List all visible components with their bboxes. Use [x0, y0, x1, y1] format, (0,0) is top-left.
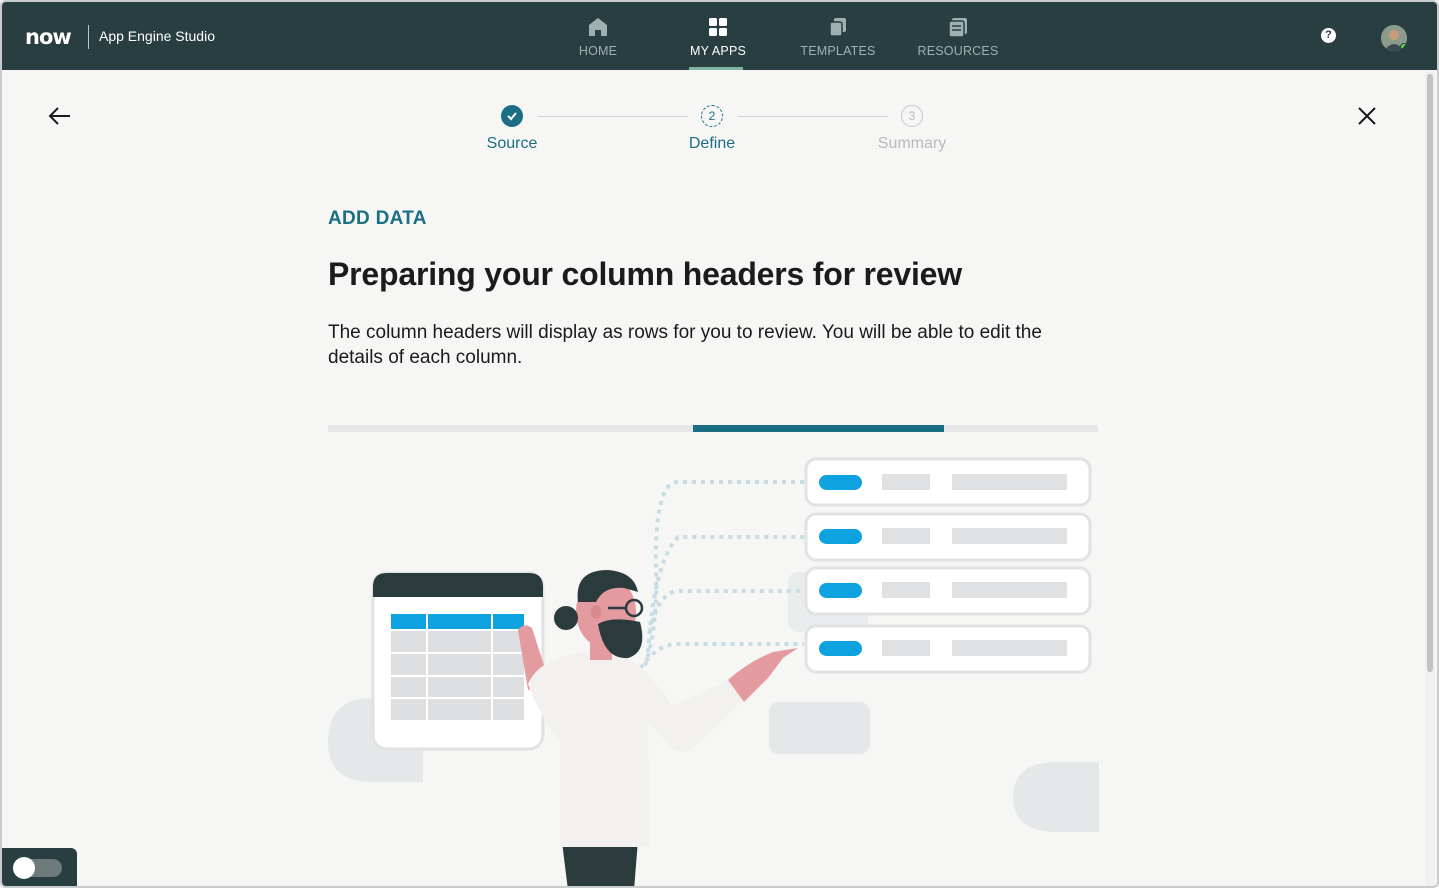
- step-define[interactable]: 2 Define: [652, 105, 772, 153]
- top-navigation-bar: now App Engine Studio HOME MY APPS TEMPL…: [2, 2, 1437, 70]
- background-blob: [769, 702, 870, 754]
- help-icon[interactable]: ?: [1321, 28, 1336, 43]
- nav-item-home[interactable]: HOME: [538, 2, 658, 70]
- nav-item-label: HOME: [578, 44, 618, 58]
- column-row-cards: [804, 457, 1092, 674]
- step-number: 2: [701, 105, 723, 127]
- logo-divider: [88, 25, 89, 49]
- loading-progress-bar: [328, 425, 1098, 432]
- templates-icon: [829, 18, 846, 37]
- page-title: Preparing your column headers for review: [328, 256, 962, 292]
- step-label: Source: [486, 135, 538, 152]
- nav-item-label: RESOURCES: [917, 44, 999, 58]
- checkmark-icon: [501, 105, 523, 127]
- section-eyebrow: ADD DATA: [328, 208, 427, 229]
- toggle-knob: [13, 857, 35, 879]
- step-summary: 3 Summary: [852, 105, 972, 153]
- online-status-indicator: [1400, 43, 1407, 51]
- vertical-scrollbar[interactable]: [1425, 72, 1435, 886]
- nav-item-label: MY APPS: [689, 44, 747, 58]
- nav-item-label: TEMPLATES: [800, 44, 876, 58]
- close-icon[interactable]: [1354, 103, 1380, 129]
- page-description: The column headers will display as rows …: [328, 322, 1042, 368]
- resources-icon: [948, 18, 967, 38]
- nav-item-resources[interactable]: RESOURCES: [898, 2, 1018, 70]
- apps-grid-icon: [709, 18, 727, 36]
- background-blob: [1013, 762, 1099, 832]
- theme-toggle-container: [2, 848, 77, 886]
- main-nav: HOME MY APPS TEMPLATES RESOURCES: [538, 2, 1018, 70]
- theme-toggle[interactable]: [13, 857, 62, 879]
- loading-progress-segment: [692, 425, 944, 432]
- step-label: Summary: [877, 135, 947, 152]
- nav-item-my-apps[interactable]: MY APPS: [658, 2, 778, 70]
- step-source[interactable]: Source: [452, 105, 572, 153]
- app-window: now App Engine Studio HOME MY APPS TEMPL…: [0, 0, 1439, 888]
- user-avatar[interactable]: [1381, 25, 1407, 51]
- nav-item-templates[interactable]: TEMPLATES: [778, 2, 898, 70]
- back-arrow-icon[interactable]: [46, 102, 74, 130]
- scrollbar-thumb[interactable]: [1427, 74, 1433, 672]
- step-number: 3: [901, 105, 923, 127]
- app-name: App Engine Studio: [99, 28, 215, 44]
- person-figure: [518, 570, 798, 886]
- home-icon: [589, 18, 607, 36]
- review-illustration: [328, 457, 1099, 886]
- spreadsheet-card: [371, 571, 545, 751]
- servicenow-logo[interactable]: now: [25, 25, 72, 49]
- step-label: Define: [688, 135, 736, 152]
